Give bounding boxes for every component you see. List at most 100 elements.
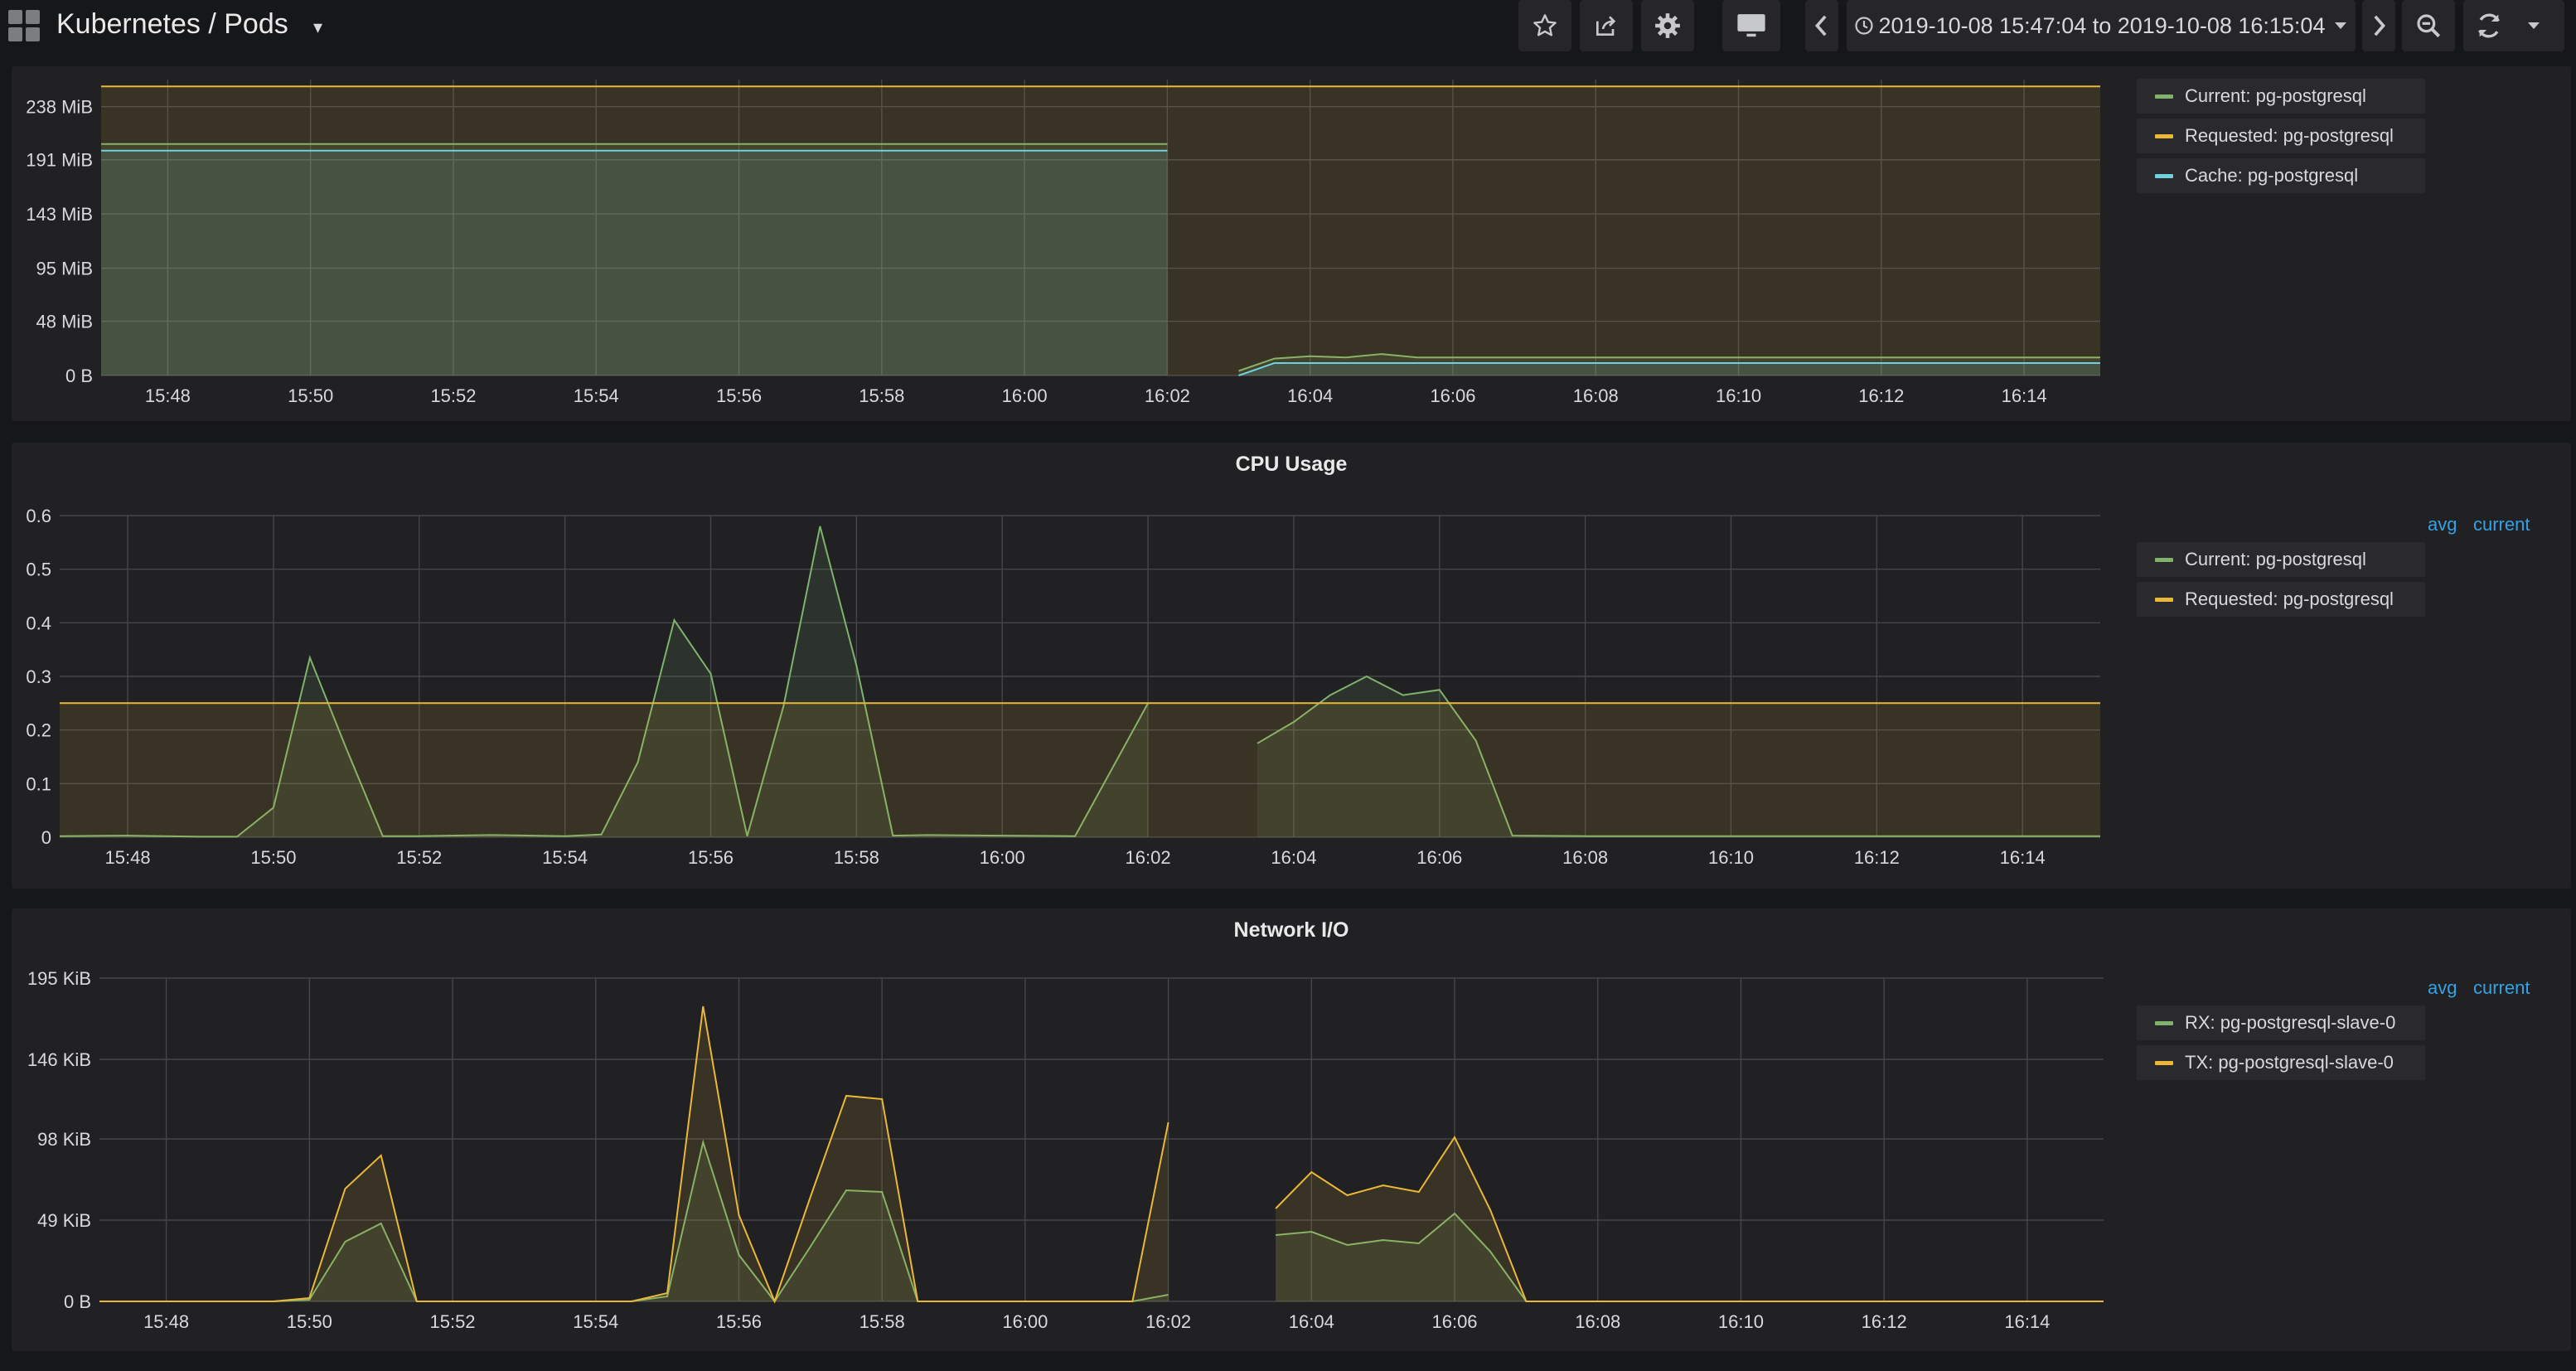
y-tick-label: 146 KiB [27, 1049, 91, 1070]
time-range-picker[interactable]: 2019-10-08 15:47:04 to 2019-10-08 16:15:… [1847, 0, 2356, 51]
legend-item-tx[interactable]: TX: pg-postgresql-slave-0 [2137, 1045, 2425, 1080]
x-tick-label: 16:06 [1416, 847, 1462, 868]
x-tick-label: 16:00 [1002, 1311, 1048, 1332]
series-area-cache [1238, 363, 2100, 375]
x-tick-label: 15:58 [834, 847, 879, 868]
zoom-out-icon [2417, 14, 2441, 38]
x-tick-label: 16:08 [1575, 1311, 1620, 1332]
x-tick-label: 16:12 [1858, 385, 1904, 406]
legend-item-current[interactable]: Current: pg-postgresql [2137, 79, 2425, 114]
tv-mode-button[interactable] [1722, 0, 1780, 51]
star-button[interactable] [1518, 0, 1571, 51]
legend-label: Requested: pg-postgresql [2185, 589, 2394, 609]
x-tick-label: 15:56 [716, 385, 762, 406]
x-tick-label: 15:50 [250, 847, 296, 868]
time-back-button[interactable] [1805, 0, 1838, 51]
star-icon [1533, 14, 1557, 36]
legend-item-cache[interactable]: Cache: pg-postgresql [2137, 158, 2425, 193]
time-range-label: 2019-10-08 15:47:04 to 2019-10-08 16:15:… [1878, 12, 2326, 38]
series-line-tx [99, 1005, 1169, 1304]
dashboard-grid-icon[interactable] [8, 10, 41, 43]
legend-header-avg[interactable]: avg [2428, 977, 2457, 999]
dashboard-title[interactable]: Kubernetes / Pods [56, 8, 288, 41]
legend-item-current[interactable]: Current: pg-postgresql [2137, 542, 2425, 577]
x-tick-label: 15:56 [688, 847, 734, 868]
x-tick-label: 16:14 [2002, 385, 2047, 406]
series-area-rx [99, 1142, 1169, 1301]
y-tick-label: 49 KiB [37, 1210, 91, 1231]
legend-swatch [2155, 94, 2173, 99]
chevron-left-icon [1814, 15, 1827, 36]
y-tick-label: 0.3 [26, 666, 51, 687]
memory-usage-chart[interactable]: 0 B 48 MiB 95 MiB 143 MiB 191 MiB 238 MiB 15:4… [12, 66, 2133, 421]
y-tick-label: 0.2 [26, 720, 51, 741]
x-tick-label: 16:10 [1716, 385, 1761, 406]
x-tick-label: 15:50 [288, 385, 333, 406]
share-icon [1596, 16, 1616, 36]
x-tick-label: 15:54 [542, 847, 588, 868]
x-tick-label: 15:52 [429, 1311, 475, 1332]
y-tick-label: 0.6 [26, 506, 51, 526]
x-tick-label: 15:52 [430, 385, 476, 406]
x-tick-label: 15:54 [574, 385, 619, 406]
network-io-chart[interactable]: 0 B 49 KiB 98 KiB 146 KiB 195 KiB 15:48 15:50 1… [12, 908, 2133, 1351]
x-tick-label: 16:10 [1718, 1311, 1764, 1332]
x-tick-label: 16:04 [1287, 385, 1333, 406]
x-tick-label: 16:14 [2000, 847, 2046, 868]
caret-down-icon[interactable]: ▾ [313, 17, 322, 38]
legend-item-requested[interactable]: Requested: pg-postgresql [2137, 119, 2425, 153]
share-button[interactable] [1580, 0, 1633, 51]
legend-item-requested[interactable]: Requested: pg-postgresql [2137, 582, 2425, 617]
cpu-usage-panel: CPU Usage 0 0.1 0.2 0.3 0.4 0.5 0.6 15:48 15:50 1… [12, 443, 2571, 889]
legend-swatch [2155, 1060, 2173, 1065]
x-tick-label: 15:48 [105, 847, 151, 868]
x-tick-label: 16:02 [1145, 385, 1190, 406]
y-tick-label: 191 MiB [26, 150, 93, 171]
y-tick-label: 48 MiB [36, 312, 93, 332]
x-tick-label: 16:12 [1862, 1311, 1907, 1332]
x-tick-label: 15:58 [859, 1311, 905, 1332]
legend-header-current[interactable]: current [2473, 977, 2530, 999]
y-tick-label: 238 MiB [26, 97, 93, 118]
memory-usage-panel: 0 B 48 MiB 95 MiB 143 MiB 191 MiB 238 MiB 15:4… [12, 66, 2571, 421]
y-tick-label: 95 MiB [36, 259, 93, 279]
x-tick-label: 15:56 [716, 1311, 762, 1332]
legend-header-avg[interactable]: avg [2428, 514, 2457, 535]
gear-icon [1655, 13, 1680, 38]
y-tick-label: 0 B [64, 1291, 91, 1312]
x-tick-label: 15:48 [143, 1311, 189, 1332]
x-tick-label: 16:06 [1430, 385, 1475, 406]
x-tick-label: 16:02 [1126, 847, 1171, 868]
x-tick-label: 16:00 [1002, 385, 1048, 406]
legend-label: RX: pg-postgresql-slave-0 [2185, 1012, 2396, 1033]
x-tick-label: 15:50 [287, 1311, 332, 1332]
legend-swatch [2155, 133, 2173, 138]
refresh-button[interactable] [2463, 0, 2564, 51]
zoom-out-button[interactable] [2402, 0, 2455, 51]
legend-label: TX: pg-postgresql-slave-0 [2185, 1052, 2394, 1073]
x-tick-label: 15:54 [573, 1311, 618, 1332]
legend-header-current[interactable]: current [2473, 514, 2530, 535]
x-tick-label: 16:10 [1708, 847, 1754, 868]
settings-button[interactable] [1641, 0, 1694, 51]
x-tick-label: 16:08 [1573, 385, 1619, 406]
y-tick-label: 0.4 [26, 613, 51, 633]
cpu-usage-chart[interactable]: 0 0.1 0.2 0.3 0.4 0.5 0.6 15:48 15:50 15:52 15:54 1… [12, 443, 2133, 889]
y-tick-label: 0 B [65, 366, 93, 386]
y-tick-label: 0.1 [26, 773, 51, 794]
legend-item-rx[interactable]: RX: pg-postgresql-slave-0 [2137, 1005, 2425, 1040]
x-tick-label: 16:04 [1271, 847, 1316, 868]
y-tick-label: 98 KiB [37, 1129, 91, 1150]
x-tick-label: 15:58 [859, 385, 904, 406]
caret-down-icon [2335, 22, 2347, 29]
series-area-tx [99, 1006, 1169, 1301]
caret-down-icon [2528, 22, 2540, 29]
time-forward-button[interactable] [2362, 0, 2395, 51]
monitor-icon [1737, 14, 1765, 37]
legend-swatch [2155, 173, 2173, 178]
legend-swatch [2155, 557, 2173, 562]
y-tick-label: 195 KiB [27, 968, 91, 989]
x-tick-label: 16:02 [1145, 1311, 1191, 1332]
legend-label: Requested: pg-postgresql [2185, 125, 2394, 146]
series-area-tx [1276, 1137, 2104, 1301]
